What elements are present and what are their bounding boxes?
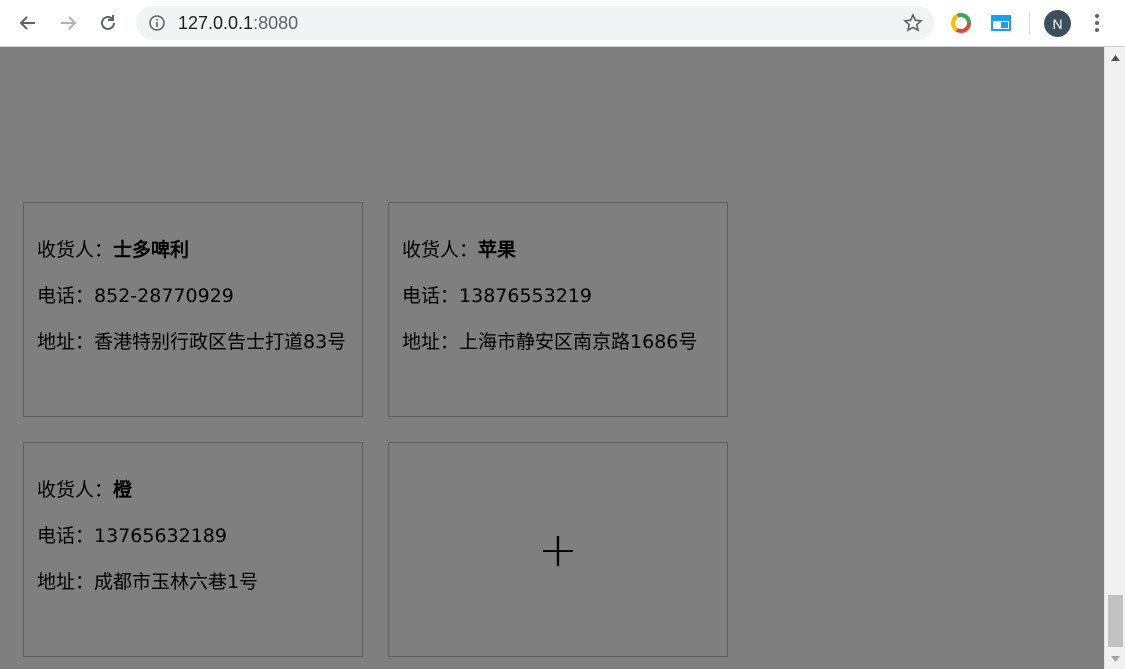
- recipient-name: 橙: [113, 479, 133, 501]
- back-icon[interactable]: [14, 9, 42, 37]
- recipient-line: 收货人：橙: [37, 477, 347, 503]
- scroll-down-icon[interactable]: [1105, 650, 1125, 667]
- url-port: :8080: [253, 13, 299, 33]
- menu-icon[interactable]: [1087, 11, 1107, 35]
- vertical-scrollbar[interactable]: [1104, 47, 1125, 669]
- phone-label: 电话：: [402, 285, 460, 307]
- address-label: 地址：: [37, 331, 95, 353]
- address-bar[interactable]: 127.0.0.1:8080: [136, 6, 934, 40]
- address-card[interactable]: 收货人：士多啤利 电话：852-28770929 地址：香港特别行政区告士打道8…: [23, 202, 363, 417]
- recipient-label: 收货人：: [37, 479, 114, 501]
- phone-value: 852-28770929: [94, 285, 234, 307]
- recipient-label: 收货人：: [402, 239, 479, 261]
- phone-line: 电话：13876553219: [402, 283, 712, 309]
- address-value: 香港特别行政区告士打道83号: [94, 331, 347, 353]
- address-line: 地址：上海市静安区南京路1686号: [402, 329, 712, 355]
- info-icon[interactable]: [148, 14, 166, 32]
- phone-value: 13876553219: [459, 285, 592, 307]
- browser-toolbar: 127.0.0.1:8080 N: [0, 0, 1125, 47]
- star-icon[interactable]: [902, 12, 924, 34]
- url-text[interactable]: 127.0.0.1:8080: [178, 13, 298, 34]
- recipient-line: 收货人：苹果: [402, 237, 712, 263]
- forward-icon[interactable]: [54, 9, 82, 37]
- page-content: 收货人：士多啤利 电话：852-28770929 地址：香港特别行政区告士打道8…: [0, 47, 1104, 669]
- scroll-up-icon[interactable]: [1105, 49, 1125, 66]
- phone-label: 电话：: [37, 525, 95, 547]
- add-address-button[interactable]: +: [388, 442, 728, 657]
- phone-value: 13765632189: [94, 525, 227, 547]
- address-card[interactable]: 收货人：苹果 电话：13876553219 地址：上海市静安区南京路1686号: [388, 202, 728, 417]
- recipient-name: 苹果: [478, 239, 517, 261]
- extension-icon[interactable]: [950, 12, 972, 34]
- phone-line: 电话：13765632189: [37, 523, 347, 549]
- avatar-initial: N: [1052, 15, 1063, 32]
- address-line: 地址：成都市玉林六巷1号: [37, 569, 347, 595]
- phone-label: 电话：: [37, 285, 95, 307]
- address-label: 地址：: [402, 331, 460, 353]
- recipient-name: 士多啤利: [113, 239, 190, 261]
- avatar[interactable]: N: [1044, 10, 1071, 37]
- phone-line: 电话：852-28770929: [37, 283, 347, 309]
- plus-icon: +: [537, 521, 579, 578]
- address-value: 成都市玉林六巷1号: [94, 571, 259, 593]
- scrollbar-thumb[interactable]: [1108, 595, 1123, 647]
- url-host: 127.0.0.1: [178, 13, 254, 33]
- recipient-label: 收货人：: [37, 239, 114, 261]
- address-label: 地址：: [37, 571, 95, 593]
- recipient-line: 收货人：士多啤利: [37, 237, 347, 263]
- toolbar-divider: [1029, 12, 1030, 34]
- address-card[interactable]: 收货人：橙 电话：13765632189 地址：成都市玉林六巷1号: [23, 442, 363, 657]
- extension-icon[interactable]: [990, 12, 1012, 34]
- address-line: 地址：香港特别行政区告士打道83号: [37, 329, 347, 355]
- reload-icon[interactable]: [94, 9, 122, 37]
- address-value: 上海市静安区南京路1686号: [459, 331, 698, 353]
